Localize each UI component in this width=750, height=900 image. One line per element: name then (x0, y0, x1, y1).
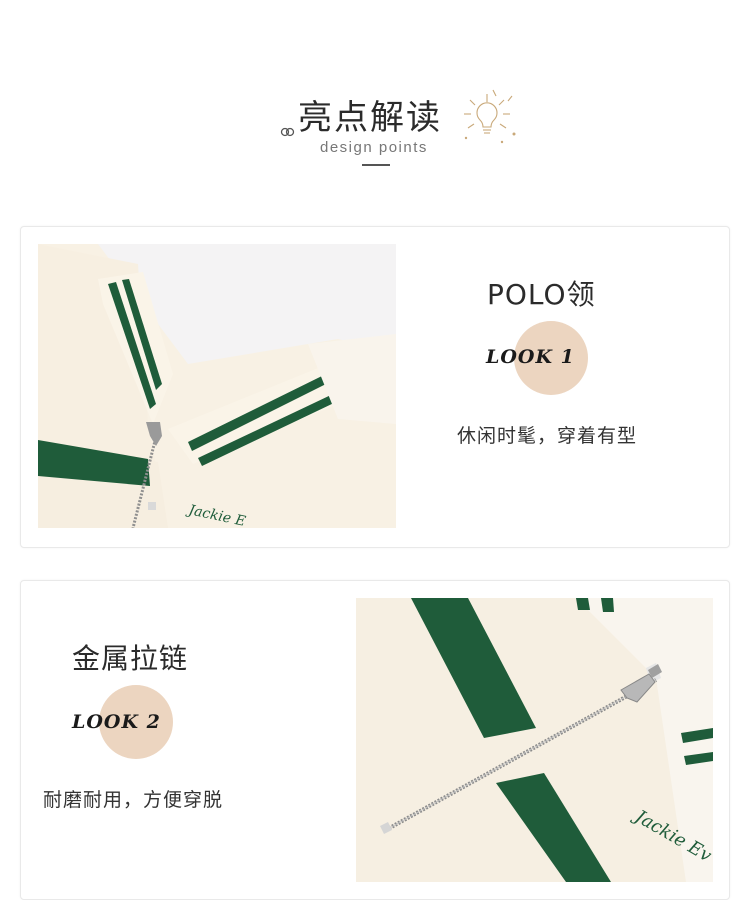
feature-title-1: POLO领 (487, 278, 596, 311)
metal-zipper-photo: Jackie Ev (356, 598, 713, 882)
look-badge-1: LOOK 1 (486, 346, 575, 368)
section-header: 亮点解读 design points (0, 0, 750, 200)
lightbulb-icon (464, 89, 516, 144)
title-divider (362, 164, 390, 166)
look-badge-2: LOOK 2 (72, 711, 161, 733)
feature-title-2: 金属拉链 (72, 642, 189, 675)
section-subtitle: design points (320, 139, 428, 156)
feature-description-1: 休闲时髦，穿着有型 (457, 425, 638, 447)
feature-card-1: Jackie E POLO领 LOOK 1 休闲时髦，穿着有型 (20, 226, 730, 548)
rings-icon (280, 127, 295, 137)
polo-collar-photo: Jackie E (38, 244, 396, 528)
section-title: 亮点解读 (298, 98, 442, 138)
feature-card-2: 金属拉链 LOOK 2 耐磨耐用，方便穿脱 Jackie Ev (20, 580, 730, 900)
feature-description-2: 耐磨耐用，方便穿脱 (43, 789, 224, 811)
